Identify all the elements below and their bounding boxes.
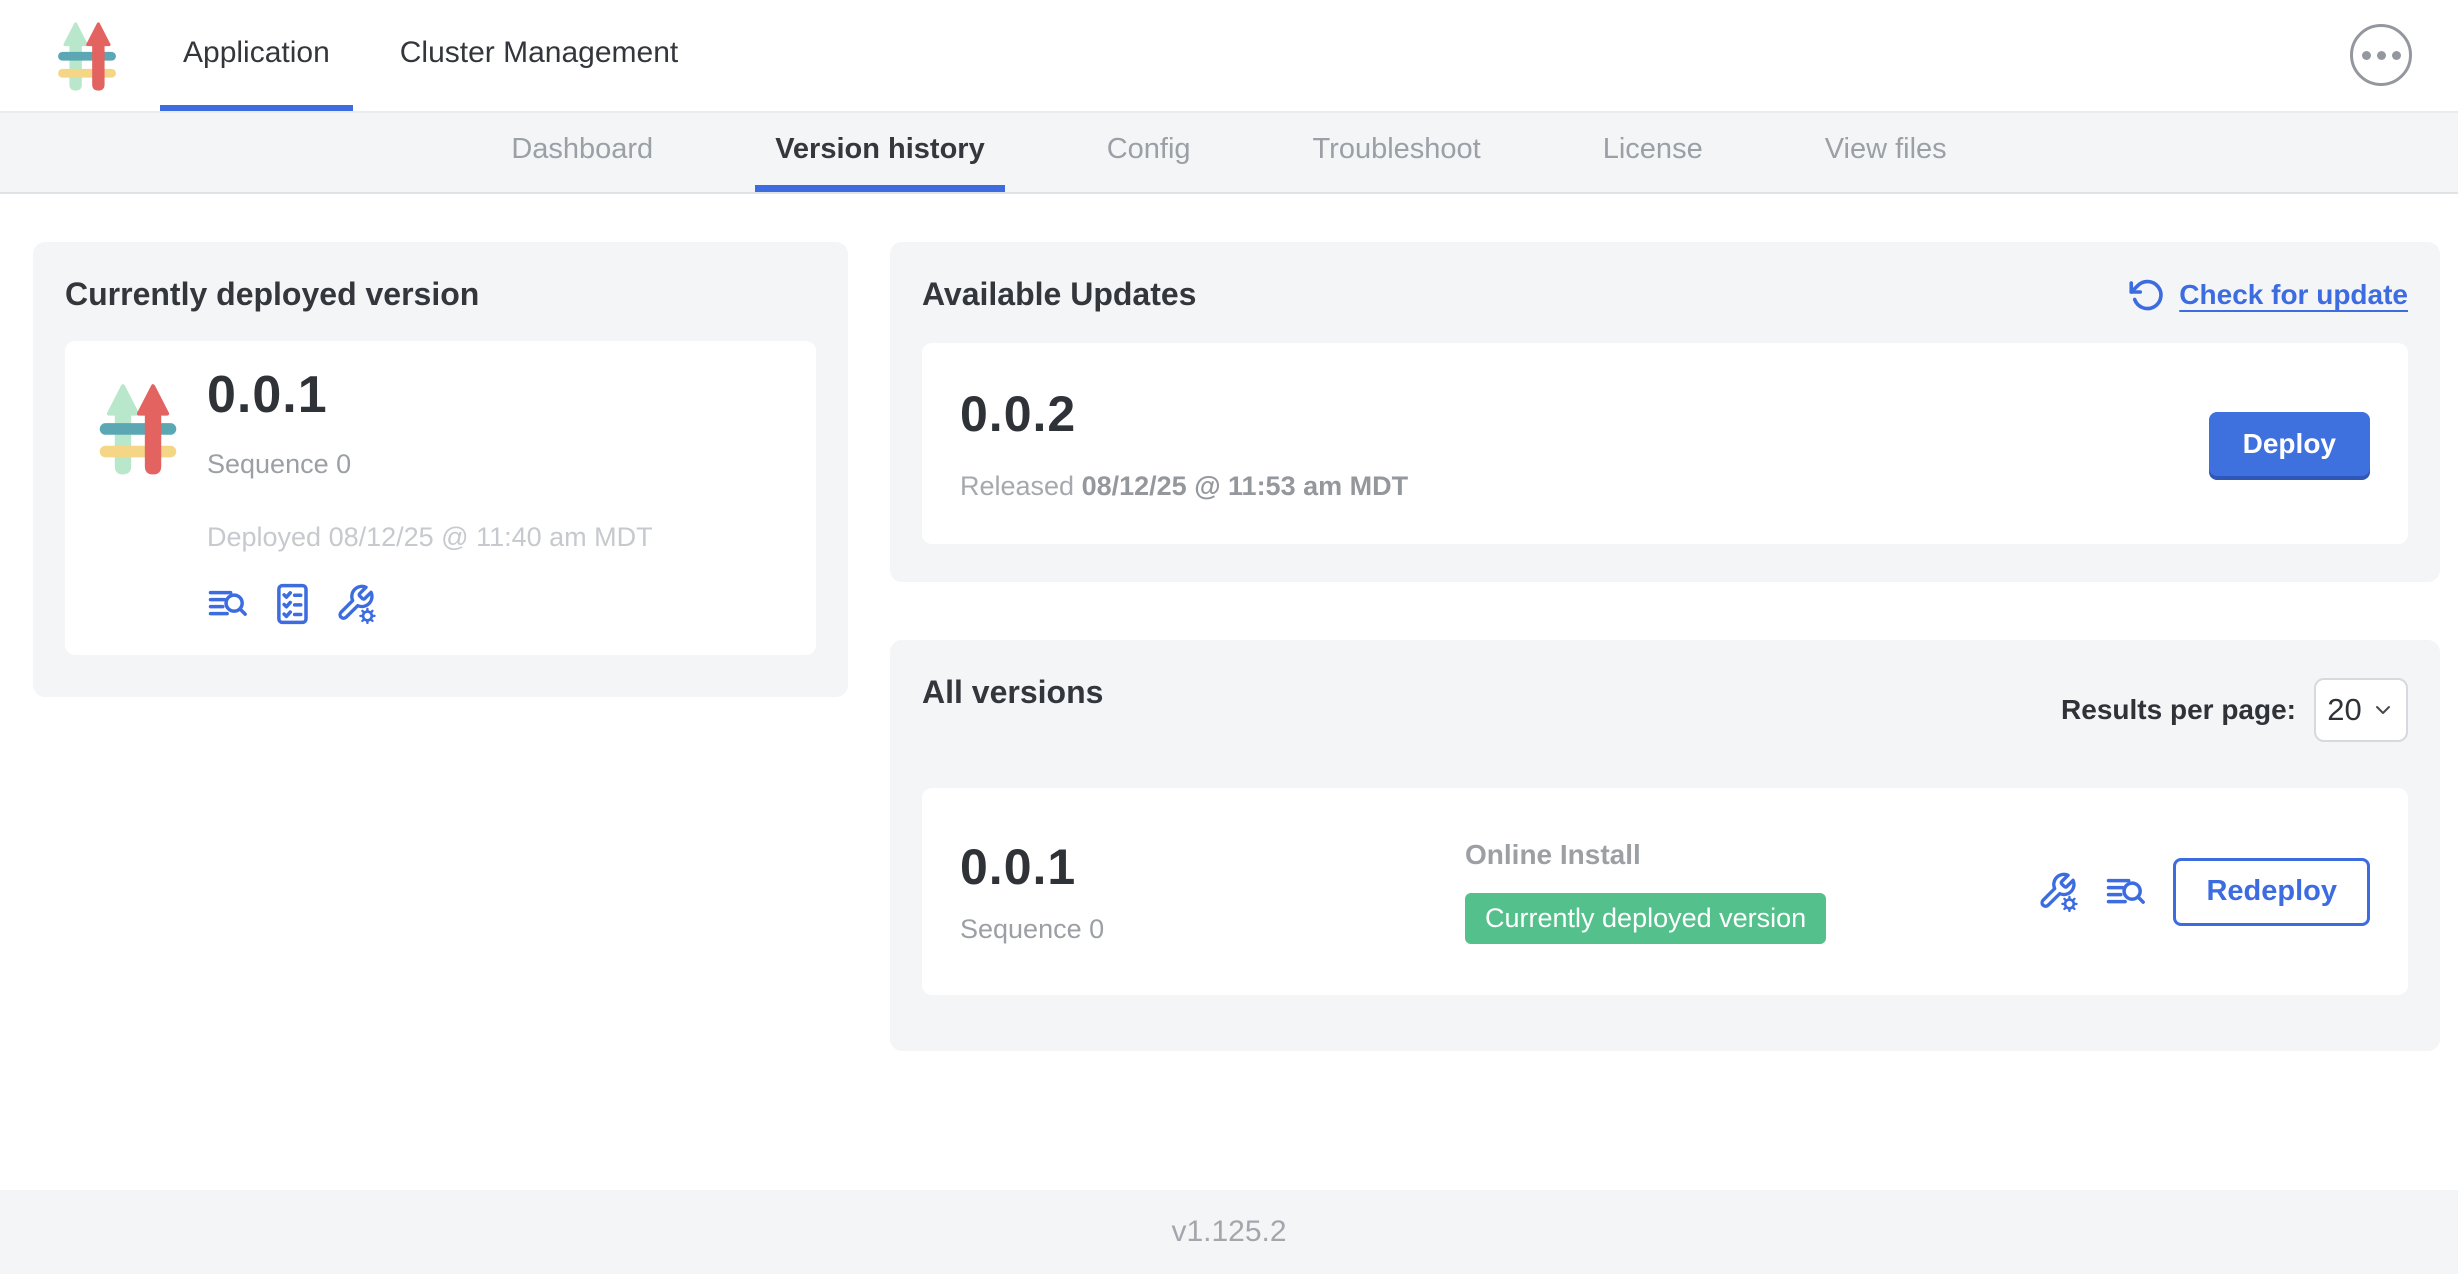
all-versions-card: All versions Results per page: 20 0.0.1 … — [890, 640, 2440, 1051]
results-per-page-label: Results per page: — [2061, 694, 2296, 726]
tab-application-label: Application — [183, 36, 330, 70]
subtab-license[interactable]: License — [1583, 113, 1723, 192]
preflight-checks-icon[interactable] — [271, 583, 313, 625]
check-for-update-link[interactable]: Check for update — [2129, 277, 2408, 313]
app-logo-icon — [56, 20, 118, 94]
install-type-label: Online Install — [1465, 839, 1826, 871]
deploy-button[interactable]: Deploy — [2209, 412, 2370, 476]
app-logo-icon — [97, 379, 179, 481]
subtab-dashboard-label: Dashboard — [511, 133, 653, 166]
subtab-troubleshoot[interactable]: Troubleshoot — [1293, 113, 1501, 192]
check-for-update-label: Check for update — [2179, 279, 2408, 311]
version-history-page: Currently deployed version 0.0.1 Sequenc… — [0, 194, 2458, 1190]
version-row-actions: Redeploy — [2037, 858, 2370, 926]
subtab-dashboard[interactable]: Dashboard — [491, 113, 673, 192]
overflow-menu-button[interactable] — [2350, 24, 2412, 86]
right-column: Available Updates Check for update 0.0.2… — [890, 242, 2440, 1051]
subtab-view-files-label: View files — [1825, 133, 1947, 166]
subtab-config[interactable]: Config — [1087, 113, 1211, 192]
deployed-timestamp: Deployed 08/12/25 @ 11:40 am MDT — [207, 522, 653, 553]
deployed-version-panel: 0.0.1 Sequence 0 Deployed 08/12/25 @ 11:… — [65, 341, 816, 655]
subtab-version-history[interactable]: Version history — [755, 113, 1005, 192]
currently-deployed-card: Currently deployed version 0.0.1 Sequenc… — [33, 242, 848, 697]
chevron-down-icon — [2371, 698, 2395, 722]
released-prefix: Released — [960, 471, 1074, 501]
row-sequence: Sequence 0 — [960, 914, 1465, 945]
release-notes-search-icon[interactable] — [207, 583, 249, 625]
subtab-config-label: Config — [1107, 133, 1191, 166]
update-details: 0.0.2 Released 08/12/25 @ 11:53 am MDT — [960, 385, 1408, 502]
currently-deployed-title: Currently deployed version — [65, 276, 816, 313]
released-timestamp: 08/12/25 @ 11:53 am MDT — [1082, 471, 1409, 501]
console-footer: v1.125.2 — [0, 1190, 2458, 1274]
deployed-version-actions — [207, 583, 653, 625]
deployed-version-details: 0.0.1 Sequence 0 Deployed 08/12/25 @ 11:… — [207, 365, 653, 625]
results-per-page-value: 20 — [2327, 692, 2361, 728]
edit-config-icon[interactable] — [2037, 871, 2079, 913]
subtab-view-files[interactable]: View files — [1805, 113, 1967, 192]
version-row: 0.0.1 Sequence 0 Online Install Currentl… — [922, 788, 2408, 995]
tab-cluster-management[interactable]: Cluster Management — [377, 0, 701, 111]
all-versions-title: All versions — [922, 674, 1103, 711]
ellipsis-icon — [2362, 51, 2371, 60]
tab-application[interactable]: Application — [160, 0, 353, 111]
update-released-line: Released 08/12/25 @ 11:53 am MDT — [960, 471, 1408, 502]
available-updates-card: Available Updates Check for update 0.0.2… — [890, 242, 2440, 582]
app-subnav: Dashboard Version history Config Trouble… — [0, 113, 2458, 194]
update-version-number: 0.0.2 — [960, 385, 1408, 443]
currently-deployed-badge: Currently deployed version — [1465, 893, 1826, 944]
subtab-version-history-label: Version history — [775, 133, 985, 166]
subtab-troubleshoot-label: Troubleshoot — [1313, 133, 1481, 166]
refresh-icon — [2129, 277, 2165, 313]
top-bar: Application Cluster Management — [0, 0, 2458, 113]
edit-config-icon[interactable] — [335, 583, 377, 625]
row-version-number: 0.0.1 — [960, 838, 1465, 896]
available-updates-header: Available Updates Check for update — [922, 276, 2408, 313]
release-notes-search-icon[interactable] — [2105, 871, 2147, 913]
tab-cluster-management-label: Cluster Management — [400, 36, 678, 70]
results-per-page-select[interactable]: 20 — [2314, 678, 2408, 742]
redeploy-button[interactable]: Redeploy — [2173, 858, 2370, 926]
deployed-version-number: 0.0.1 — [207, 365, 653, 425]
available-updates-title: Available Updates — [922, 276, 1196, 313]
version-row-details: 0.0.1 Sequence 0 — [960, 838, 1465, 945]
all-versions-header: All versions Results per page: 20 — [922, 674, 2408, 742]
results-per-page: Results per page: 20 — [2061, 678, 2408, 742]
primary-nav: Application Cluster Management — [160, 0, 725, 111]
admin-console: Application Cluster Management Dashboard… — [0, 0, 2458, 1274]
update-row: 0.0.2 Released 08/12/25 @ 11:53 am MDT D… — [922, 343, 2408, 544]
subtab-license-label: License — [1603, 133, 1703, 166]
deployed-sequence: Sequence 0 — [207, 449, 653, 480]
console-version: v1.125.2 — [1171, 1215, 1286, 1249]
version-row-status: Online Install Currently deployed versio… — [1465, 839, 1826, 944]
